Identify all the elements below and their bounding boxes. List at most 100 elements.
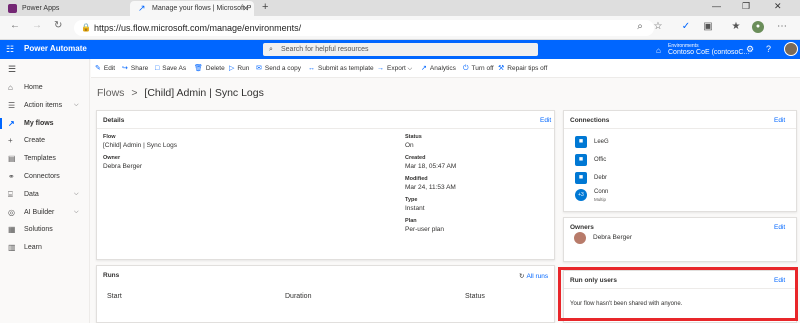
play-icon: ▷ xyxy=(229,65,235,72)
nav-item-action-items[interactable]: ☰ Action items ⌵ xyxy=(0,97,90,114)
save-as-label: Save As xyxy=(162,65,187,72)
new-tab-icon[interactable]: + xyxy=(262,1,268,13)
search-input[interactable]: ⌕ Search for helpful resources xyxy=(263,43,538,56)
plan-label: Plan xyxy=(405,218,417,224)
refresh-icon[interactable]: ↻ xyxy=(54,20,62,31)
status-label: Status xyxy=(405,134,422,140)
submit-template-button[interactable]: ↔ Submit as template xyxy=(308,59,374,78)
nav-item-data[interactable]: ⌸ Data ⌵ xyxy=(0,186,90,203)
runs-column-start[interactable]: Start xyxy=(107,293,122,300)
runs-column-duration[interactable]: Duration xyxy=(285,293,311,300)
nav-item-label: My flows xyxy=(24,119,54,127)
nav-item-learn[interactable]: ▥ Learn xyxy=(0,239,90,256)
nav-item-create[interactable]: + Create xyxy=(0,132,90,149)
help-icon[interactable]: ? xyxy=(766,44,771,54)
ai-icon: ◎ xyxy=(8,207,15,217)
share-button[interactable]: ↪ Share xyxy=(122,59,148,78)
connections-card: Connections Edit ■ LeeG ■ Offic ■ Debr +… xyxy=(563,110,797,212)
database-icon: ⌸ xyxy=(8,189,13,199)
close-tab-icon[interactable]: ✕ xyxy=(242,1,249,16)
forward-icon[interactable]: → xyxy=(32,20,42,31)
connection-name[interactable]: Offic xyxy=(594,157,606,163)
connection-name[interactable]: LeeG xyxy=(594,139,609,145)
extension-qr-icon[interactable]: ▣ xyxy=(702,21,714,33)
favorite-star-icon[interactable]: ☆ xyxy=(652,21,664,33)
run-button[interactable]: ▷ Run xyxy=(229,59,249,78)
nav-item-connectors[interactable]: ⚭ Connectors xyxy=(0,168,90,185)
profile-avatar-icon[interactable]: ● xyxy=(752,21,764,33)
delete-button[interactable]: 🗑 Delete xyxy=(194,59,225,78)
analytics-button[interactable]: ↗ Analytics xyxy=(421,59,456,78)
extension-power-automate-icon[interactable]: ✓ xyxy=(680,21,692,33)
hamburger-menu-icon[interactable]: ☰ xyxy=(8,64,16,75)
environment-name: Contoso CoE (contosoC... xyxy=(668,49,750,56)
send-icon: ✉ xyxy=(256,65,262,72)
favorites-bar-icon[interactable]: ★ xyxy=(730,21,742,33)
runs-column-status[interactable]: Status xyxy=(465,293,485,300)
search-placeholder: Search for helpful resources xyxy=(281,46,369,53)
nav-item-templates[interactable]: ▤ Templates xyxy=(0,150,90,167)
plus-icon: + xyxy=(8,136,13,146)
nav-item-home[interactable]: ⌂ Home xyxy=(0,79,90,96)
command-bar: ✎ Edit ↪ Share □ Save As 🗑 Delete ▷ Run ✉ Send… xyxy=(91,59,800,78)
trash-icon: 🗑 xyxy=(194,65,203,72)
nav-item-my-flows[interactable]: ↗ My flows xyxy=(0,115,90,132)
divider xyxy=(564,128,796,129)
repair-tips-label: Repair tips off xyxy=(507,65,548,72)
delete-label: Delete xyxy=(205,65,225,72)
chevron-down-icon: ⌵ xyxy=(74,101,79,108)
created-label: Created xyxy=(405,155,426,161)
edit-label: Edit xyxy=(103,65,116,72)
environment-picker[interactable]: ⌂ Environments Contoso CoE (contosoC... xyxy=(656,42,749,57)
settings-gear-icon[interactable]: ⚙ xyxy=(746,44,754,55)
type-value: Instant xyxy=(405,205,425,212)
breadcrumb-flows-link[interactable]: Flows xyxy=(97,87,124,99)
details-title: Details xyxy=(103,117,125,124)
office-connector-icon: ■ xyxy=(575,172,587,184)
refresh-icon: ↻ xyxy=(519,273,525,280)
connection-name[interactable]: Conn xyxy=(594,189,608,195)
repair-tips-button[interactable]: ⚒ Repair tips off xyxy=(498,59,547,78)
url-input[interactable]: 🔒 https://us.flow.microsoft.com/manage/e… xyxy=(74,20,654,36)
user-avatar[interactable] xyxy=(784,42,798,56)
runs-card: Runs ↻ All runs xyxy=(96,265,555,323)
app-launcher-icon[interactable]: ☷ xyxy=(6,44,14,55)
export-icon: → xyxy=(377,65,384,72)
wrench-icon: ⚒ xyxy=(498,65,505,72)
connections-edit-link[interactable]: Edit xyxy=(774,117,785,124)
nav-item-solutions[interactable]: ▦ Solutions xyxy=(0,221,90,238)
export-button[interactable]: → Export ⌵ xyxy=(377,59,412,78)
office-connector-icon: ■ xyxy=(575,154,587,166)
restore-icon[interactable]: ❐ xyxy=(742,1,750,12)
app-header: ☷ Power Automate ⌕ Search for helpful re… xyxy=(0,40,800,59)
close-window-icon[interactable]: ✕ xyxy=(774,1,782,12)
nav-item-label: Home xyxy=(24,84,43,91)
send-copy-button[interactable]: ✉ Send a copy xyxy=(256,59,301,78)
turn-off-button[interactable]: ⏻ Turn off xyxy=(463,59,494,78)
details-edit-link[interactable]: Edit xyxy=(540,117,551,124)
owner-label: Owner xyxy=(103,155,121,161)
owners-edit-link[interactable]: Edit xyxy=(774,224,785,231)
share-label: Share xyxy=(130,65,149,72)
more-options-icon[interactable]: ⋯ xyxy=(776,21,788,33)
breadcrumb-separator: > xyxy=(131,87,138,99)
browser-tab-power-apps[interactable]: Power Apps xyxy=(0,1,128,16)
browser-tab-manage-flows[interactable]: ↗ Manage your flows | Microsoft P ✕ xyxy=(130,1,254,16)
analytics-label: Analytics xyxy=(429,65,456,72)
save-as-button[interactable]: □ Save As xyxy=(155,59,186,78)
more-connections-badge[interactable]: +3 xyxy=(575,189,587,201)
template-icon: ↔ xyxy=(308,65,315,72)
connection-subtext: Multip xyxy=(594,197,607,202)
edit-button[interactable]: ✎ Edit xyxy=(95,59,115,78)
app-name[interactable]: Power Automate xyxy=(24,44,87,53)
zoom-icon[interactable]: ⌕ xyxy=(634,21,646,33)
office-connector-icon: ■ xyxy=(575,136,587,148)
nav-item-ai-builder[interactable]: ◎ AI Builder ⌵ xyxy=(0,204,90,221)
tab-label: Manage your flows | Microsoft P xyxy=(152,5,252,12)
flow-icon: ↗ xyxy=(8,118,15,128)
all-runs-link[interactable]: ↻ All runs xyxy=(519,272,548,280)
back-icon[interactable]: ← xyxy=(10,20,20,31)
connector-icon: ⚭ xyxy=(8,172,15,181)
connection-name[interactable]: Debr xyxy=(594,175,607,181)
minimize-icon[interactable]: — xyxy=(712,1,721,11)
